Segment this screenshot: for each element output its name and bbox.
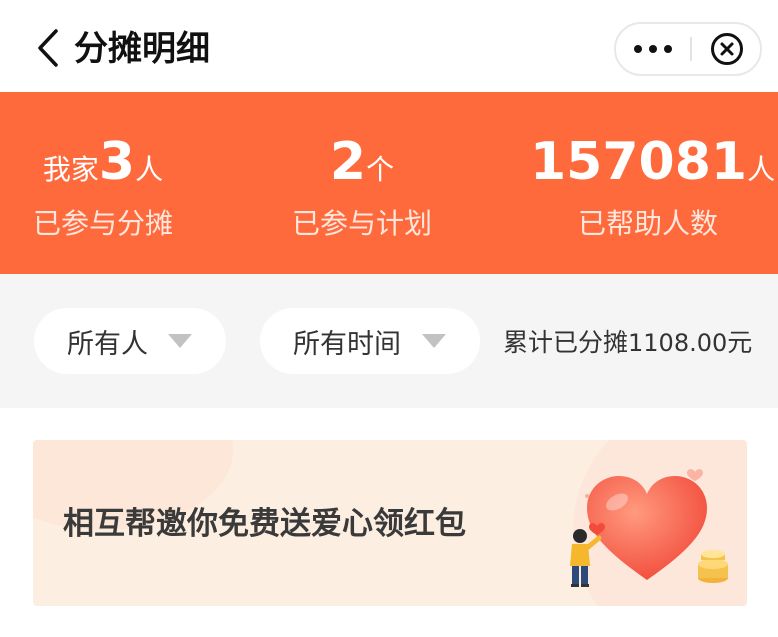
stat-unit: 个 <box>366 153 395 186</box>
time-filter-label: 所有时间 <box>293 328 401 360</box>
close-circle-icon <box>711 33 743 65</box>
total-prefix: 累计已分摊 <box>503 328 629 357</box>
stats-panel: 我家3人 已参与分摊 2个 已参与计划 157081人 已帮助人数 <box>0 92 778 274</box>
stat-unit: 人 <box>747 153 776 186</box>
stat-label: 已帮助人数 <box>577 207 718 240</box>
more-dots-icon <box>634 45 672 53</box>
stat-family-members: 我家3人 已参与分摊 <box>0 92 206 274</box>
stat-plans: 2个 已参与计划 <box>262 92 462 274</box>
page: 分摊明细 我家3人 已参与分摊 2个 已参与计划 157081人 已帮助人数 所… <box>0 0 778 637</box>
promo-banner[interactable]: 相互帮邀你免费送爱心领红包 <box>33 440 747 606</box>
stat-value: 3 <box>98 132 136 192</box>
stat-value: 157081 <box>530 132 748 192</box>
stat-value: 2 <box>329 132 367 192</box>
total-amount: 1108.00 <box>628 329 728 357</box>
page-title: 分摊明细 <box>74 29 210 69</box>
stat-prefix: 我家 <box>42 153 99 186</box>
caret-down-icon <box>168 334 192 348</box>
mini-program-capsule <box>614 22 762 76</box>
stat-unit: 人 <box>135 153 164 186</box>
nav-header: 分摊明细 <box>0 0 778 92</box>
stat-label: 已参与计划 <box>291 207 432 240</box>
close-button[interactable] <box>692 24 762 74</box>
more-button[interactable] <box>616 24 690 74</box>
time-filter-dropdown[interactable]: 所有时间 <box>260 308 480 374</box>
person-filter-label: 所有人 <box>67 328 148 360</box>
back-button[interactable] <box>28 28 68 68</box>
caret-down-icon <box>422 334 446 348</box>
stat-helped-people: 157081人 已帮助人数 <box>530 92 775 274</box>
heart-illustration <box>570 469 728 587</box>
chevron-left-icon <box>38 29 58 67</box>
filter-bar: 所有人 所有时间 累计已分摊1108.00元 <box>0 274 778 408</box>
stat-label: 已参与分摊 <box>32 207 173 240</box>
total-shared-amount: 累计已分摊1108.00元 <box>503 326 752 360</box>
total-unit: 元 <box>727 328 753 357</box>
person-filter-dropdown[interactable]: 所有人 <box>34 308 226 374</box>
banner-text: 相互帮邀你免费送爱心领红包 <box>63 506 466 542</box>
